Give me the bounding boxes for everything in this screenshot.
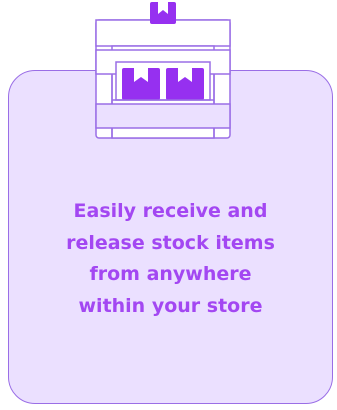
caption-line-2: release stock items (66, 231, 275, 254)
feature-caption: Easily receive and release stock items f… (8, 196, 333, 322)
box-top-icon (150, 2, 176, 24)
shelf-with-boxes-icon (95, 2, 231, 139)
caption-line-3: from anywhere (89, 263, 252, 285)
box-right-icon (166, 68, 204, 100)
box-left-icon (122, 68, 160, 100)
caption-line-4: within your store (78, 294, 263, 317)
caption-line-1: Easily receive and (73, 200, 268, 222)
